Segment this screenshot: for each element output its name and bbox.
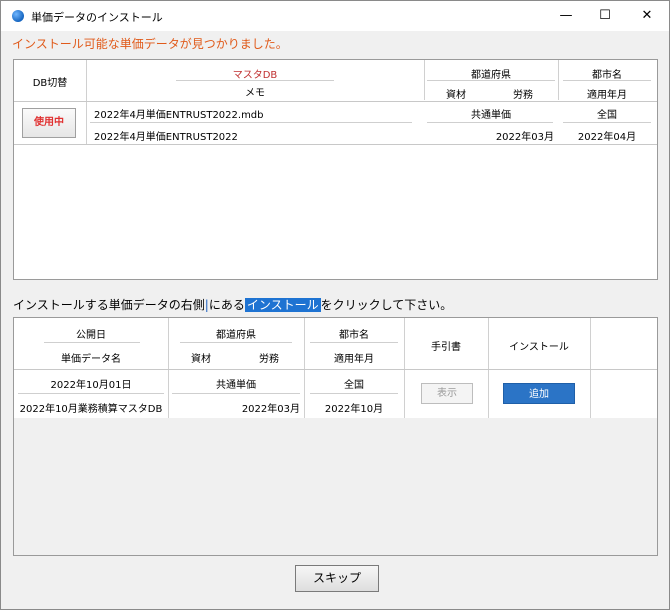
installed-prefecture: 共通単価 (471, 110, 511, 121)
row-divider (563, 122, 651, 123)
header-divider (563, 80, 651, 81)
installed-city: 全国 (597, 110, 617, 121)
header-divider (310, 342, 398, 343)
header-prefecture: 都道府県 (216, 330, 256, 341)
header-material: 資材 (191, 354, 211, 365)
header-apply-month: 適用年月 (334, 354, 374, 365)
window-title: 単価データのインストール (31, 11, 163, 24)
header-labor: 労務 (259, 354, 279, 365)
skip-button[interactable]: スキップ (295, 565, 379, 592)
instruction-after: をクリックして下さい。 (320, 298, 453, 312)
title-bar: 単価データのインストール — ☐ ✕ (1, 1, 669, 31)
header-memo: メモ (245, 88, 265, 99)
header-divider (427, 80, 555, 81)
row-divider (18, 393, 164, 394)
header-city: 都市名 (592, 70, 622, 81)
row-divider (427, 122, 553, 123)
header-divider (176, 80, 334, 81)
instruction-before: インストールする単価データの右側 (13, 298, 205, 312)
maximize-button[interactable]: ☐ (585, 1, 625, 31)
app-icon (12, 10, 24, 22)
install-dialog: 単価データのインストール — ☐ ✕ インストール可能な単価データが見つかりまし… (0, 0, 670, 610)
row-divider (90, 122, 412, 123)
header-manual: 手引書 (431, 342, 461, 353)
column-divider (590, 318, 591, 418)
instruction-highlight: インストール (244, 298, 321, 312)
available-city: 全国 (344, 380, 364, 391)
installed-labor-month: 2022年03月 (495, 132, 554, 143)
available-data-table: 公開日 単価データ名 都道府県 資材 労務 都市名 適用年月 手引書 インストー… (13, 317, 658, 556)
available-labor-month: 2022年03月 (241, 404, 300, 415)
available-release-date: 2022年10月01日 (50, 380, 132, 391)
minimize-button[interactable]: — (546, 1, 586, 31)
header-price-data-name: 単価データ名 (61, 354, 121, 365)
header-material: 資材 (446, 90, 466, 101)
installed-db-table: DB切替 マスタDB メモ 都道府県 資材 労務 都市名 適用年月 使用中 20… (13, 59, 658, 280)
installed-master-db: 2022年4月単価ENTRUST2022.mdb (94, 110, 264, 121)
available-apply-month: 2022年10月 (324, 404, 384, 415)
header-divider (180, 342, 292, 343)
installed-apply-month: 2022年04月 (577, 132, 637, 143)
instruction-middle: にある (208, 298, 245, 312)
close-button[interactable]: ✕ (627, 1, 667, 31)
header-release-date: 公開日 (76, 330, 106, 341)
add-install-button[interactable]: 追加 (503, 383, 575, 404)
empty-list-area (14, 418, 657, 555)
header-bottom-border (14, 101, 657, 102)
show-manual-button[interactable]: 表示 (421, 383, 473, 404)
header-master-db: マスタDB (232, 70, 278, 81)
available-prefecture: 共通単価 (216, 380, 256, 391)
installed-memo: 2022年4月単価ENTRUST2022 (94, 132, 238, 143)
header-prefecture: 都道府県 (471, 70, 511, 81)
column-divider (488, 318, 489, 418)
header-apply-month: 適用年月 (587, 90, 627, 101)
header-install: インストール (509, 342, 569, 353)
header-divider (44, 342, 140, 343)
header-labor: 労務 (513, 90, 533, 101)
available-price-data-name: 2022年10月業務積算マスタDB (19, 404, 163, 415)
row-divider (172, 393, 300, 394)
headline-message: インストール可能な単価データが見つかりました。 (12, 37, 288, 51)
column-divider (404, 318, 405, 418)
available-rows: 公開日 単価データ名 都道府県 資材 労務 都市名 適用年月 手引書 インストー… (14, 318, 657, 418)
row-divider (310, 393, 398, 394)
instruction-text: インストールする単価データの右側|にある インストール をクリックして下さい。 (13, 298, 453, 312)
header-db-switch: DB切替 (32, 78, 68, 89)
row-bottom-border (14, 144, 657, 145)
header-bottom-border (14, 369, 657, 370)
header-city: 都市名 (339, 330, 369, 341)
in-use-status-button[interactable]: 使用中 (22, 108, 76, 138)
